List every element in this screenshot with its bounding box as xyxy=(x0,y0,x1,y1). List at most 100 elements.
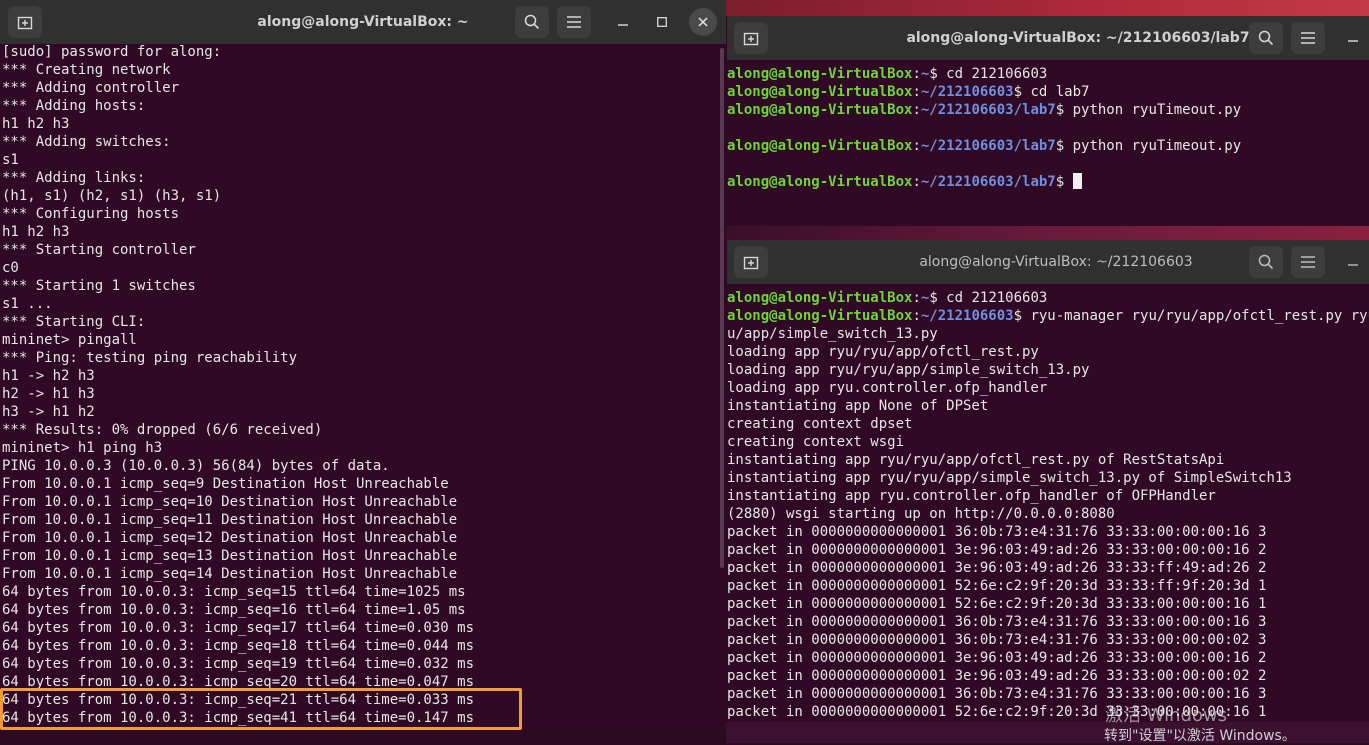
prompt-user: along@along-VirtualBox xyxy=(727,308,913,324)
prompt-command: $ cd 212106603 xyxy=(929,66,1048,82)
minimize-icon xyxy=(618,24,628,26)
terminal-line: packet in 0000000000000001 36:0b:73:e4:3… xyxy=(727,632,1267,648)
prompt-path: ~/212106603/lab7 xyxy=(920,174,1056,190)
terminal-line: packet in 0000000000000001 52:6e:c2:9f:2… xyxy=(727,596,1267,612)
terminal-line: packet in 0000000000000001 3e:96:03:49:a… xyxy=(727,668,1267,684)
minimize-button[interactable] xyxy=(1339,248,1367,276)
terminal-line: From 10.0.0.1 icmp_seq=14 Destination Ho… xyxy=(2,566,458,582)
terminal-line: mininet> pingall xyxy=(2,332,137,348)
terminal-line: From 10.0.0.1 icmp_seq=13 Destination Ho… xyxy=(2,548,458,564)
close-button[interactable] xyxy=(689,8,717,36)
terminal-window-bottom-right[interactable]: along@along-VirtualBox: ~/212106603 alon… xyxy=(727,240,1369,722)
minimize-button[interactable] xyxy=(1339,24,1367,52)
search-icon xyxy=(1258,30,1274,46)
terminal-line: From 10.0.0.1 icmp_seq=11 Destination Ho… xyxy=(2,512,458,528)
terminal-line: 64 bytes from 10.0.0.3: icmp_seq=18 ttl=… xyxy=(2,638,475,654)
terminal-line: creating context wsgi xyxy=(727,434,905,450)
terminal-line: *** Starting 1 switches xyxy=(2,278,196,294)
menu-button[interactable] xyxy=(1291,246,1325,278)
terminal-line: 64 bytes from 10.0.0.3: icmp_seq=16 ttl=… xyxy=(2,602,466,618)
activate-windows-watermark: 激活 Windows xyxy=(1105,705,1228,726)
terminal-window-left[interactable]: along@along-VirtualBox: ~ [sudo] passwor… xyxy=(0,0,726,731)
prompt-command: $ ryu-manager ryu/ryu/app/ofctl_rest.py … xyxy=(1013,308,1369,324)
maximize-icon xyxy=(657,17,667,27)
prompt-user: along@along-VirtualBox xyxy=(727,102,913,118)
prompt-colon: : xyxy=(912,66,921,82)
terminal-output[interactable]: [sudo] password for along: *** Creating n… xyxy=(2,43,726,727)
activate-windows-hint: 转到"设置"以激活 Windows。 xyxy=(1104,728,1296,744)
titlebar[interactable]: along@along-VirtualBox: ~/212106603/lab7 xyxy=(727,16,1369,60)
titlebar[interactable]: along@along-VirtualBox: ~/212106603 xyxy=(727,240,1369,284)
menu-button[interactable] xyxy=(1291,22,1325,54)
terminal-line: loading app ryu/ryu/app/ofctl_rest.py xyxy=(727,344,1039,360)
terminal-line: h1 h2 h3 xyxy=(2,116,70,132)
desktop-background xyxy=(726,0,1369,16)
terminal-line: h1 h2 h3 xyxy=(2,224,70,240)
terminal-line: h1 -> h2 h3 xyxy=(2,368,95,384)
desktop-background xyxy=(726,226,1369,240)
terminal-line: PING 10.0.0.3 (10.0.0.3) 56(84) bytes of… xyxy=(2,458,390,474)
terminal-line: c0 xyxy=(2,260,19,276)
terminal-line: packet in 0000000000000001 52:6e:c2:9f:2… xyxy=(727,704,1267,720)
prompt-user: along@along-VirtualBox xyxy=(727,174,913,190)
prompt-colon: : xyxy=(912,174,921,190)
menu-button[interactable] xyxy=(557,6,591,38)
terminal-output[interactable]: along@along-VirtualBox:~$ cd 212106603 al… xyxy=(727,289,1369,721)
titlebar[interactable]: along@along-VirtualBox: ~ xyxy=(0,0,726,44)
terminal-line: *** Results: 0% dropped (6/6 received) xyxy=(2,422,323,438)
prompt-command: $ python ryuTimeout.py xyxy=(1055,138,1242,154)
terminal-line: creating context dpset xyxy=(727,416,913,432)
terminal-line: packet in 0000000000000001 36:0b:73:e4:3… xyxy=(727,686,1267,702)
prompt-path: ~/212106603 xyxy=(920,84,1014,100)
search-button[interactable] xyxy=(1249,22,1283,54)
hamburger-menu-icon xyxy=(1301,32,1315,44)
terminal-line: (h1, s1) (h2, s1) (h3, s1) xyxy=(2,188,222,204)
prompt-path: ~/212106603/lab7 xyxy=(920,138,1056,154)
prompt-colon: : xyxy=(912,290,921,306)
terminal-line: u/app/simple_switch_13.py xyxy=(727,326,938,342)
terminal-line: packet in 0000000000000001 36:0b:73:e4:3… xyxy=(727,614,1267,630)
terminal-line: packet in 0000000000000001 52:6e:c2:9f:2… xyxy=(727,578,1267,594)
terminal-output[interactable]: along@along-VirtualBox:~$ cd 212106603 al… xyxy=(727,65,1369,191)
terminal-line: s1 ... xyxy=(2,296,53,312)
hamburger-menu-icon xyxy=(1301,256,1315,268)
text-cursor[interactable] xyxy=(1072,173,1082,189)
prompt-colon: : xyxy=(912,308,921,324)
terminal-line: From 10.0.0.1 icmp_seq=9 Destination Hos… xyxy=(2,476,449,492)
minimize-icon xyxy=(1348,40,1358,42)
terminal-window-top-right[interactable]: along@along-VirtualBox: ~/212106603/lab7… xyxy=(727,16,1369,226)
terminal-line: *** Adding hosts: xyxy=(2,98,146,114)
terminal-line: *** Adding controller xyxy=(2,80,180,96)
terminal-line: loading app ryu.controller.ofp_handler xyxy=(727,380,1048,396)
terminal-line: From 10.0.0.1 icmp_seq=10 Destination Ho… xyxy=(2,494,458,510)
search-button[interactable] xyxy=(515,6,549,38)
prompt-line: along@along-VirtualBox:~/212106603/lab7$… xyxy=(727,101,1369,119)
prompt-line: along@along-VirtualBox:~/212106603$ ryu-… xyxy=(727,307,1369,325)
terminal-line: instantiating app None of DPSet xyxy=(727,398,989,414)
prompt-command: $ cd 212106603 xyxy=(929,290,1048,306)
terminal-line: instantiating app ryu/ryu/app/simple_swi… xyxy=(727,470,1292,486)
terminal-line: instantiating app ryu.controller.ofp_han… xyxy=(727,488,1216,504)
terminal-line: h3 -> h1 h2 xyxy=(2,404,95,420)
new-tab-icon xyxy=(743,32,759,46)
terminal-line: *** Adding links: xyxy=(2,170,146,186)
terminal-line: 64 bytes from 10.0.0.3: icmp_seq=17 ttl=… xyxy=(2,620,475,636)
prompt-command: $ xyxy=(1055,174,1073,190)
prompt-line: along@along-VirtualBox:~/212106603$ cd l… xyxy=(727,83,1369,101)
minimize-button[interactable] xyxy=(609,8,637,36)
scrollbar[interactable] xyxy=(720,48,724,568)
search-button[interactable] xyxy=(1249,246,1283,278)
terminal-line: instantiating app ryu/ryu/app/ofctl_rest… xyxy=(727,452,1225,468)
terminal-line: packet in 0000000000000001 36:0b:73:e4:3… xyxy=(727,524,1267,540)
search-icon xyxy=(524,14,540,30)
terminal-line: From 10.0.0.1 icmp_seq=12 Destination Ho… xyxy=(2,530,458,546)
prompt-line: along@along-VirtualBox:~$ cd 212106603 xyxy=(727,65,1369,83)
terminal-line: *** Starting CLI: xyxy=(2,314,146,330)
terminal-line: packet in 0000000000000001 3e:96:03:49:a… xyxy=(727,560,1267,576)
prompt-user: along@along-VirtualBox xyxy=(727,84,913,100)
terminal-line: *** Adding switches: xyxy=(2,134,171,150)
new-tab-button[interactable] xyxy=(734,22,768,54)
prompt-command: $ cd lab7 xyxy=(1013,84,1090,100)
prompt-command: $ python ryuTimeout.py xyxy=(1055,102,1242,118)
maximize-button[interactable] xyxy=(648,8,676,36)
